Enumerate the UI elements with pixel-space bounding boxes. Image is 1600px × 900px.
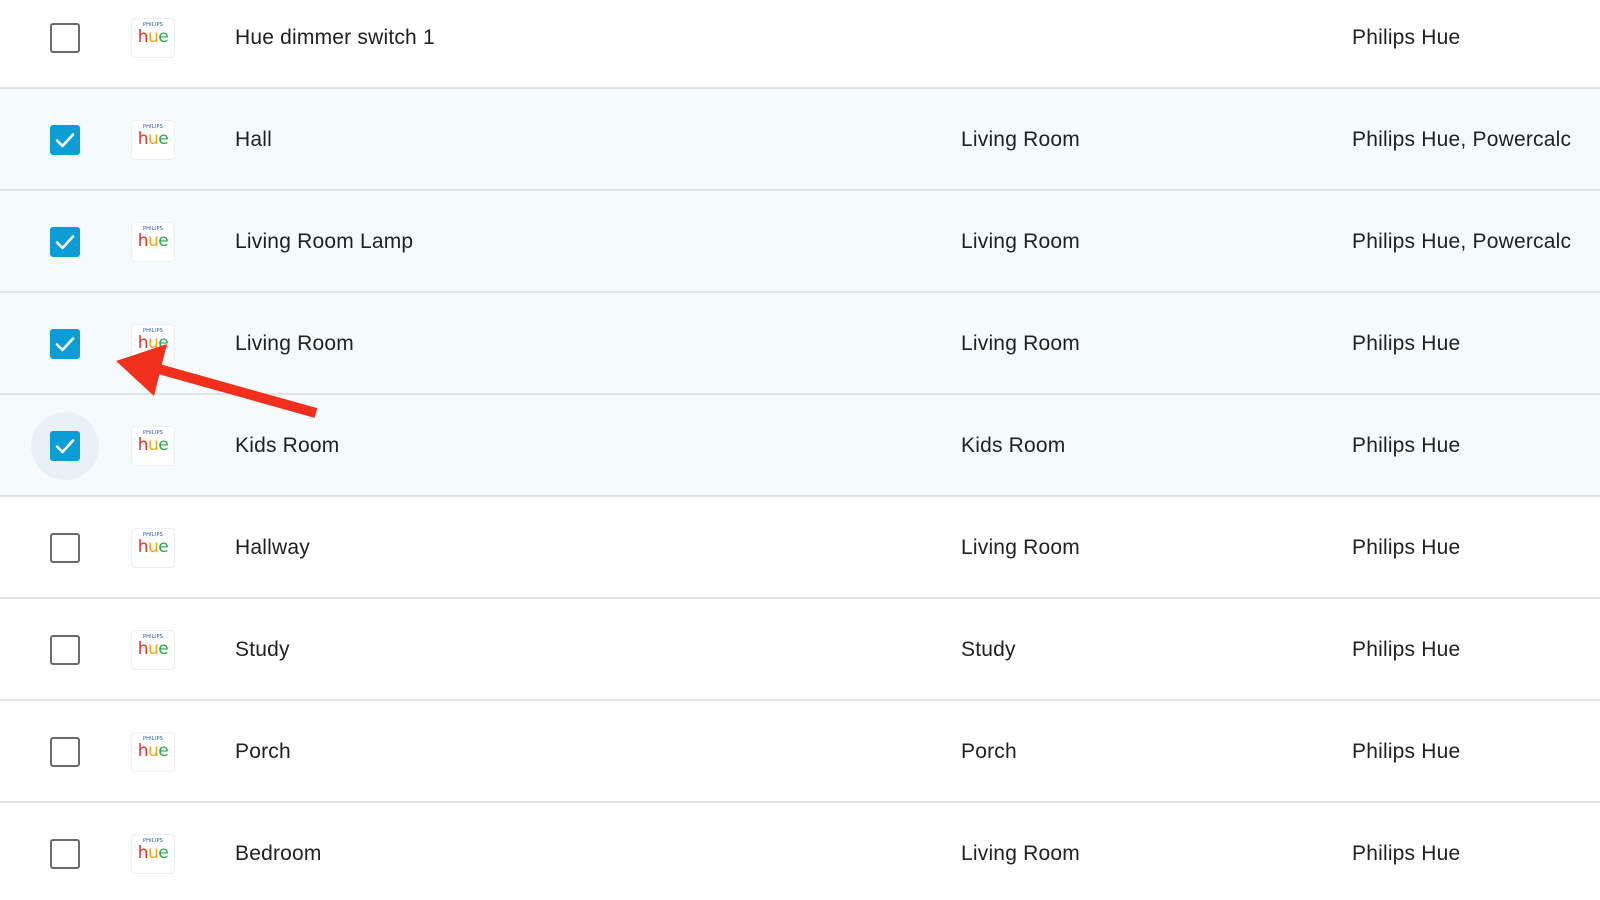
device-area: Porch — [961, 740, 1017, 763]
device-area: Living Room — [961, 332, 1080, 355]
device-area: Study — [961, 638, 1016, 661]
checkbox-ripple[interactable] — [31, 4, 99, 72]
device-name: Kids Room — [235, 434, 340, 457]
device-name: Hallway — [235, 536, 310, 559]
device-integration: Philips Hue — [1352, 638, 1461, 661]
checkbox-ripple[interactable] — [31, 310, 99, 378]
philips-hue-logo-icon: PHILIPS hue — [132, 733, 174, 771]
device-integration: Philips Hue — [1352, 434, 1461, 457]
checkbox-ripple[interactable] — [31, 718, 99, 786]
philips-hue-logo-icon: PHILIPS hue — [132, 325, 174, 363]
row-checkbox[interactable] — [50, 431, 80, 461]
checkbox-ripple[interactable] — [31, 412, 99, 480]
device-integration: Philips Hue, Powercalc — [1352, 128, 1572, 151]
device-name: Bedroom — [235, 842, 322, 865]
table-row[interactable]: PHILIPS hue Hue dimmer switch 1 Philips Hue — [0, 0, 1600, 89]
device-area: Living Room — [961, 230, 1080, 253]
devices-table: PHILIPS hue Hue dimmer switch 1 Philips Hue… — [0, 0, 1600, 900]
row-checkbox[interactable] — [50, 23, 80, 53]
device-area: Kids Room — [961, 434, 1066, 457]
table-row[interactable]: PHILIPS hue Porch Porch Philips Hue — [0, 701, 1600, 803]
device-name: Study — [235, 638, 290, 661]
table-row[interactable]: PHILIPS hue Study Study Philips Hue — [0, 599, 1600, 701]
philips-hue-logo-icon: PHILIPS hue — [132, 631, 174, 669]
device-integration: Philips Hue — [1352, 740, 1461, 763]
device-name: Hue dimmer switch 1 — [235, 26, 435, 49]
device-area: Living Room — [961, 842, 1080, 865]
checkbox-ripple[interactable] — [31, 616, 99, 684]
checkbox-ripple[interactable] — [31, 514, 99, 582]
device-name: Living Room Lamp — [235, 230, 414, 253]
row-checkbox[interactable] — [50, 839, 80, 869]
checkbox-ripple[interactable] — [31, 106, 99, 174]
row-checkbox[interactable] — [50, 635, 80, 665]
table-row[interactable]: PHILIPS hue Hallway Living Room Philips Hue — [0, 497, 1600, 599]
device-area: Living Room — [961, 536, 1080, 559]
device-name: Hall — [235, 128, 272, 151]
table-row[interactable]: PHILIPS hue Kids Room Kids Room Philips Hue — [0, 395, 1600, 497]
row-checkbox[interactable] — [50, 737, 80, 767]
philips-hue-logo-icon: PHILIPS hue — [132, 19, 174, 57]
row-checkbox[interactable] — [50, 125, 80, 155]
row-checkbox[interactable] — [50, 227, 80, 257]
device-integration: Philips Hue — [1352, 26, 1461, 49]
row-checkbox[interactable] — [50, 533, 80, 563]
table-row[interactable]: PHILIPS hue Living Room Lamp Living Room Phi… — [0, 191, 1600, 293]
table-row[interactable]: PHILIPS hue Living Room Living Room Philips … — [0, 293, 1600, 395]
philips-hue-logo-icon: PHILIPS hue — [132, 529, 174, 567]
checkbox-row-4[interactable] — [50, 329, 80, 359]
device-integration: Philips Hue — [1352, 842, 1461, 865]
philips-hue-logo-icon: PHILIPS hue — [132, 223, 174, 261]
philips-hue-logo-icon: PHILIPS hue — [132, 835, 174, 873]
device-integration: Philips Hue, Powercalc — [1352, 230, 1572, 253]
device-name: Porch — [235, 740, 291, 763]
device-integration: Philips Hue — [1352, 332, 1461, 355]
table-row[interactable]: PHILIPS hue Bedroom Living Room Philips Hue — [0, 803, 1600, 900]
checkbox-ripple[interactable] — [31, 820, 99, 888]
device-area: Living Room — [961, 128, 1080, 151]
philips-hue-logo-icon: PHILIPS hue — [132, 427, 174, 465]
device-name: Living Room — [235, 332, 354, 355]
device-integration: Philips Hue — [1352, 536, 1461, 559]
table-row[interactable]: PHILIPS hue Hall Living Room Philips Hue, Po… — [0, 89, 1600, 191]
checkbox-ripple[interactable] — [31, 208, 99, 276]
philips-hue-logo-icon: PHILIPS hue — [132, 121, 174, 159]
